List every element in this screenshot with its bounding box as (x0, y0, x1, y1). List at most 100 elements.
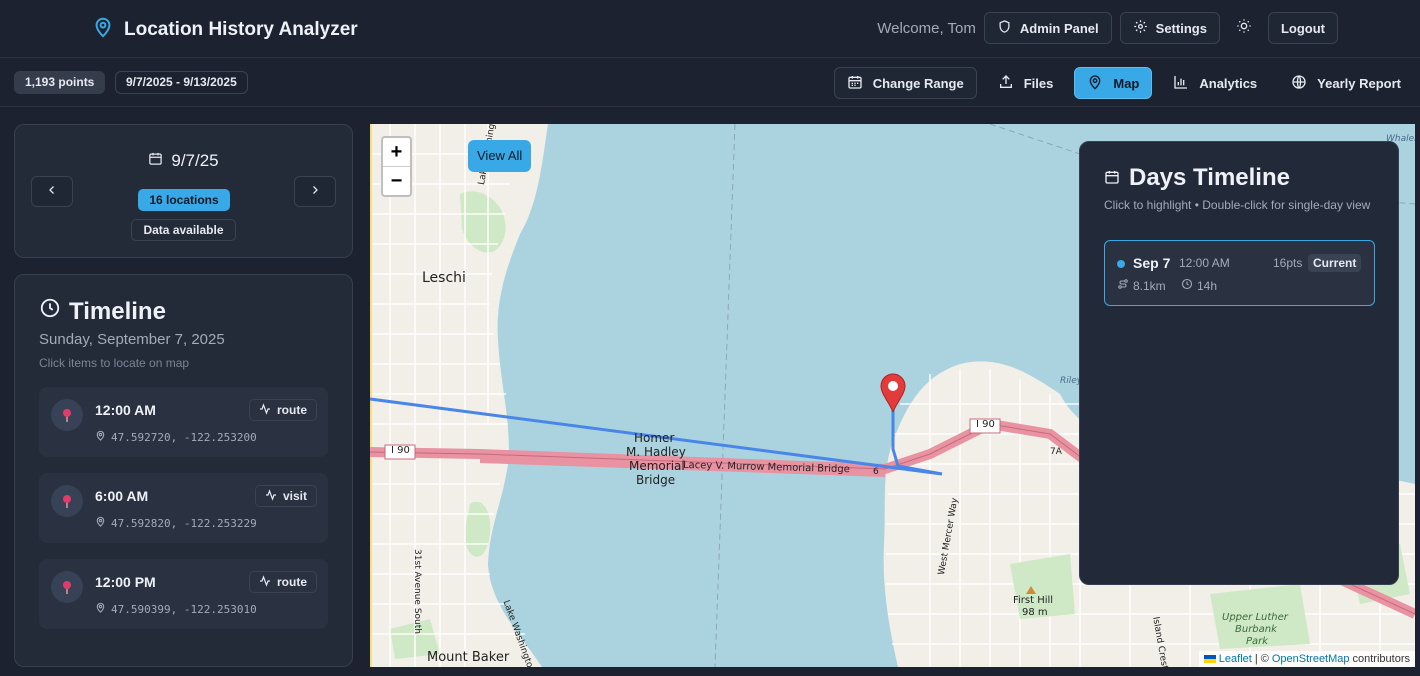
timeline-item[interactable]: 12:00 PM 47.590399, -122.253010 route (39, 559, 328, 629)
map-button[interactable]: Map (1074, 67, 1153, 99)
leaflet-link[interactable]: Leaflet (1219, 651, 1252, 667)
current-date-label: 9/7/25 (171, 151, 219, 170)
map-attribution: Leaflet | © OpenStreetMap contributors (1198, 651, 1415, 667)
map-label: Map (1113, 75, 1140, 91)
change-range-label: Change Range (872, 75, 964, 91)
day-points: 16pts (1273, 256, 1303, 270)
files-label: Files (1023, 75, 1054, 91)
timeline-item-coords: 47.592820, -122.253229 (95, 516, 257, 530)
calendar-icon (847, 74, 863, 93)
files-button[interactable]: Files (985, 67, 1067, 99)
points-badge: 1,193 points (14, 71, 106, 94)
change-range-button[interactable]: Change Range (833, 67, 977, 99)
view-all-button[interactable]: View All (468, 140, 532, 172)
top-header: Location History Analyzer Welcome, Tom A… (0, 0, 1420, 58)
map-label-bridge: Homer (634, 431, 675, 445)
map-marker-pin-icon[interactable] (879, 372, 907, 417)
map-label-i90: I 90 (976, 419, 995, 430)
previous-day-button[interactable] (31, 176, 73, 207)
calendar-icon (148, 151, 163, 171)
welcome-text: Welcome, Tom (877, 19, 976, 37)
map-label-park: Park (1246, 636, 1269, 647)
chevron-right-icon (309, 183, 321, 201)
map-label-31st-ave: 31st Avenue South (412, 549, 422, 634)
map-label-upper-luther: Upper Luther (1222, 612, 1288, 623)
next-day-button[interactable] (294, 176, 336, 207)
logout-label: Logout (1280, 20, 1325, 36)
zoom-control: + − (381, 136, 412, 197)
sun-icon (1236, 18, 1252, 39)
zoom-out-button[interactable]: − (383, 167, 410, 196)
map-label-bridge: Bridge (636, 473, 676, 487)
days-timeline-panel: Days Timeline Click to highlight • Doubl… (1079, 141, 1399, 585)
map-pin-icon (1087, 74, 1103, 93)
map-label-route-7a: 7A (1050, 447, 1062, 457)
timeline-title-label: Timeline (69, 297, 166, 325)
day-card[interactable]: Sep 7 12:00 AM 16pts Current 8.1km 14h (1104, 240, 1375, 306)
bar-chart-icon (1173, 74, 1189, 93)
data-available-badge: Data available (131, 219, 236, 241)
day-time: 12:00 AM (1179, 256, 1230, 270)
timeline-date: Sunday, September 7, 2025 (39, 331, 225, 348)
settings-button[interactable]: Settings (1119, 12, 1220, 44)
theme-toggle-button[interactable] (1228, 12, 1260, 44)
timeline-item[interactable]: 12:00 AM 47.592720, -122.253200 route (39, 387, 328, 457)
admin-panel-label: Admin Panel (1019, 20, 1099, 36)
brand: Location History Analyzer (92, 15, 358, 44)
map-label-first-hill: First Hill (1013, 595, 1054, 606)
timeline-item-coords: 47.590399, -122.253010 (95, 602, 257, 616)
zoom-in-button[interactable]: + (383, 138, 410, 167)
admin-panel-button[interactable]: Admin Panel (983, 12, 1112, 44)
timeline-hint: Click items to locate on map (39, 356, 190, 370)
map-label-i90: I 90 (391, 445, 410, 456)
tag-label: route (277, 575, 307, 589)
gear-icon (1133, 19, 1148, 37)
clock-icon (1181, 278, 1193, 293)
timeline-title: Timeline (39, 297, 166, 326)
timeline-item-coords: 47.592720, -122.253200 (95, 430, 257, 444)
day-label: Sep 7 (1133, 255, 1171, 271)
tag-label: visit (282, 489, 307, 503)
sub-toolbar: 1,193 points 9/7/2025 - 9/13/2025 Change… (0, 59, 1420, 107)
date-range-badge: 9/7/2025 - 9/13/2025 (115, 71, 248, 94)
globe-icon (1291, 74, 1307, 93)
attribution-separator: | © (1254, 653, 1269, 665)
upload-icon (998, 74, 1014, 93)
timeline-item-time: 12:00 AM (95, 402, 156, 418)
visit-tag: visit (254, 485, 317, 507)
day-distance: 8.1km (1117, 278, 1166, 293)
coords-value: 47.592720, -122.253200 (111, 430, 257, 444)
chevron-left-icon (46, 183, 58, 201)
day-indicator-dot (1117, 260, 1125, 268)
ukraine-flag-icon (1203, 655, 1216, 663)
logout-button[interactable]: Logout (1267, 12, 1338, 44)
activity-icon (259, 574, 271, 590)
openstreetmap-link[interactable]: OpenStreetMap (1272, 651, 1350, 667)
analytics-label: Analytics (1199, 75, 1258, 91)
location-pin-icon (51, 485, 83, 517)
map-label-burbank: Burbank (1235, 624, 1277, 635)
days-timeline-title-label: Days Timeline (1129, 164, 1290, 191)
map-label-bridge: M. Hadley (626, 445, 686, 459)
clock-icon (39, 297, 61, 326)
yearly-report-button[interactable]: Yearly Report (1278, 67, 1414, 99)
timeline-item-time: 6:00 AM (95, 488, 149, 504)
attribution-contributors: contributors (1352, 653, 1410, 665)
analytics-button[interactable]: Analytics (1160, 67, 1270, 99)
timeline-card: Timeline Sunday, September 7, 2025 Click… (14, 274, 353, 667)
day-duration: 14h (1181, 278, 1217, 293)
timeline-item[interactable]: 6:00 AM 47.592820, -122.253229 visit (39, 473, 328, 543)
settings-label: Settings (1155, 20, 1207, 36)
current-day-badge: Current (1308, 254, 1362, 272)
day-distance-value: 8.1km (1133, 278, 1166, 293)
shield-icon (997, 19, 1012, 37)
map-pin-icon (92, 15, 114, 44)
map-label-first-hill-elev: 98 m (1022, 607, 1048, 618)
yearly-report-label: Yearly Report (1317, 75, 1401, 91)
tag-label: route (277, 403, 307, 417)
route-tag: route (249, 571, 317, 593)
pin-outline-icon (95, 430, 106, 444)
days-timeline-title: Days Timeline (1104, 164, 1290, 192)
map-label-leschi: Leschi (422, 270, 466, 286)
map-label-mount-baker: Mount Baker (427, 650, 510, 665)
